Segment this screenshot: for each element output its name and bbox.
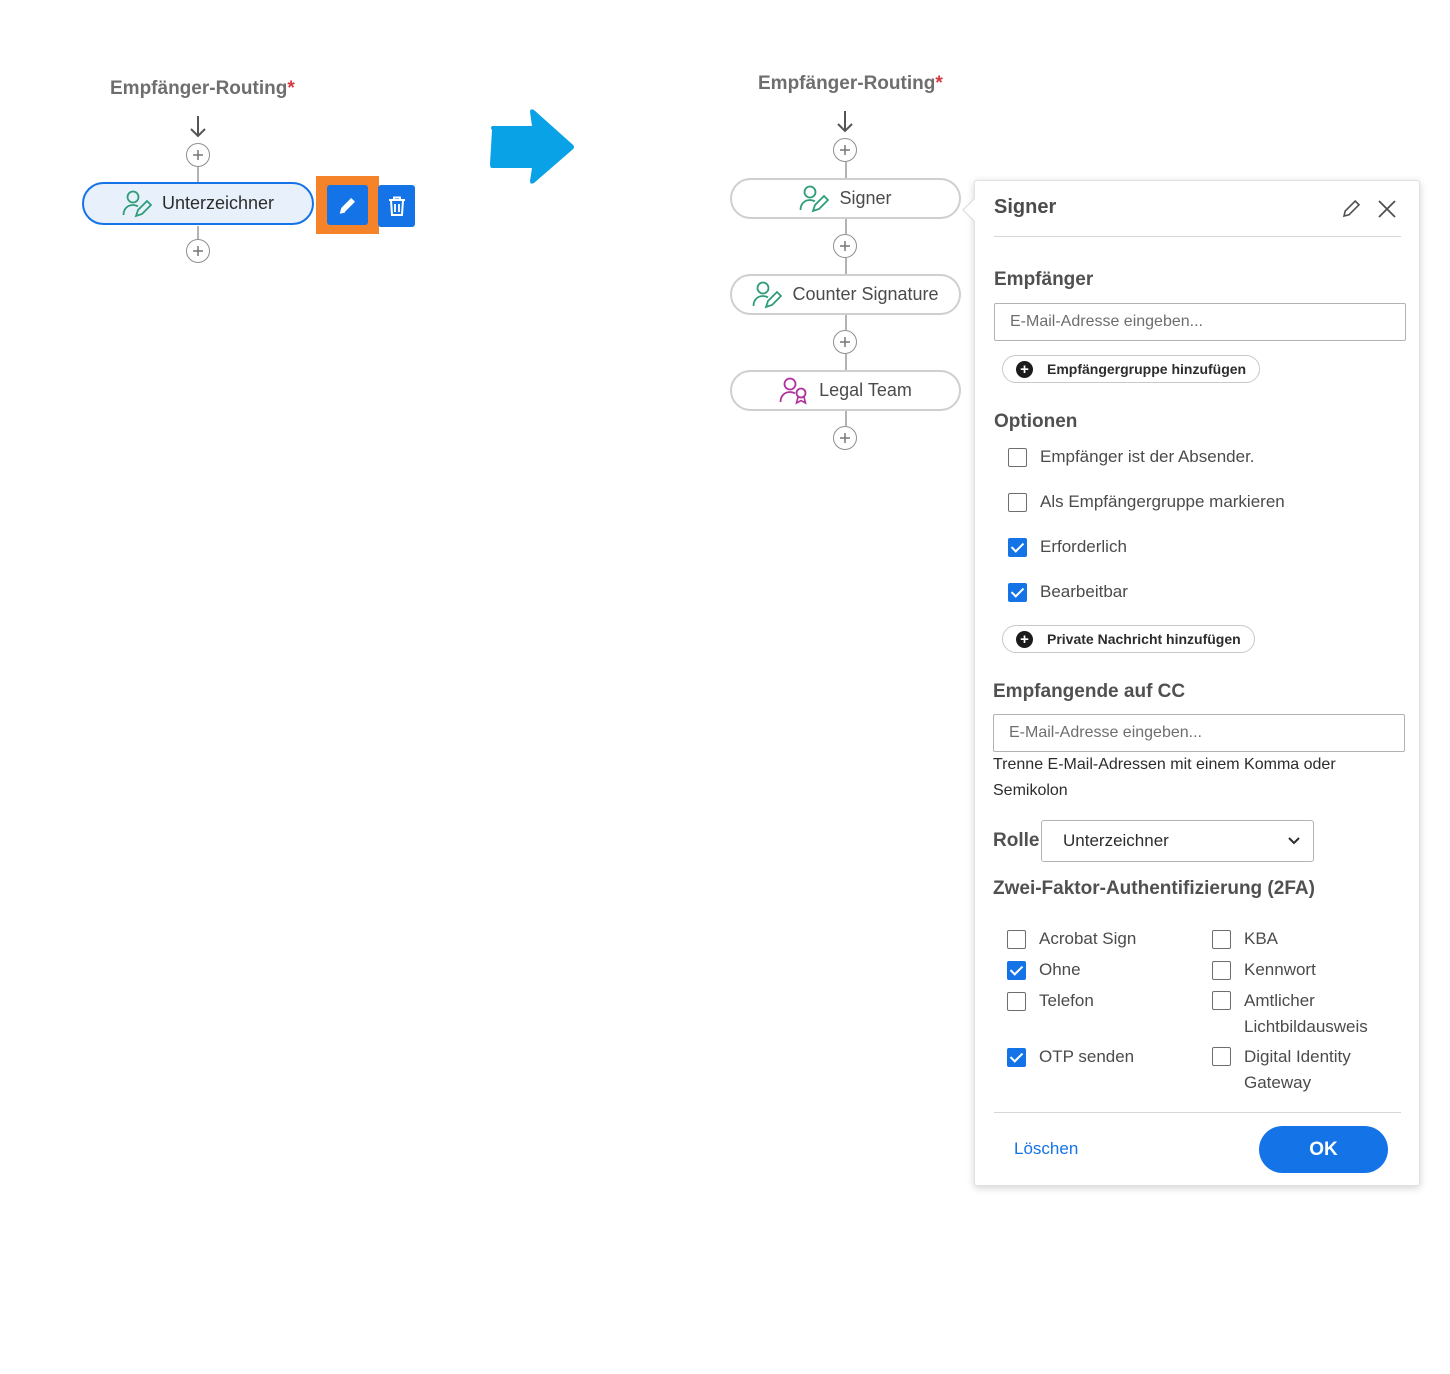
option-editable[interactable]: Bearbeitbar <box>1008 582 1128 602</box>
checkbox[interactable] <box>1212 991 1231 1010</box>
edit-button[interactable] <box>327 185 368 225</box>
routing-title-right: Empfänger-Routing* <box>758 73 943 94</box>
cc-section-title: Empfangende auf CC <box>993 681 1186 702</box>
panel-header-divider <box>994 236 1401 237</box>
add-step-button[interactable] <box>186 143 210 167</box>
arrow-down-icon <box>837 111 853 133</box>
plus-circle-icon: + <box>1016 360 1033 378</box>
add-private-message-button[interactable]: + Private Nachricht hinzufügen <box>1002 625 1255 653</box>
connector-line <box>197 226 199 240</box>
checkbox[interactable] <box>1212 960 1231 980</box>
add-recipient-group-button[interactable]: + Empfängergruppe hinzufügen <box>1002 355 1261 383</box>
signer-icon <box>753 281 783 308</box>
twofa-acrobat-sign[interactable]: Acrobat Sign <box>1007 926 1136 952</box>
recipient-section-title: Empfänger <box>994 269 1094 290</box>
transition-arrow-icon <box>490 109 574 184</box>
twofa-section-title: Zwei-Faktor-Authentifizierung (2FA) <box>993 878 1315 899</box>
ok-button[interactable]: OK <box>1259 1126 1388 1173</box>
cc-hint: Trenne E-Mail-Adressen mit einem Komma o… <box>993 756 1336 799</box>
approver-icon <box>779 377 807 405</box>
panel-title: Signer <box>994 196 1057 218</box>
pencil-icon[interactable] <box>1341 197 1363 219</box>
checkbox[interactable] <box>1008 447 1027 467</box>
plus-icon <box>840 145 850 155</box>
twofa-none[interactable]: Ohne <box>1007 957 1081 983</box>
option-mark-as-group[interactable]: Als Empfängergruppe markieren <box>1008 492 1285 512</box>
twofa-kba[interactable]: KBA <box>1212 926 1278 952</box>
checkbox[interactable] <box>1212 929 1231 949</box>
connector-line <box>845 162 847 178</box>
twofa-phone[interactable]: Telefon <box>1007 988 1094 1014</box>
routing-title-left: Empfänger-Routing* <box>110 78 295 99</box>
close-icon[interactable] <box>1376 198 1398 220</box>
role-label: Rolle <box>993 830 1040 851</box>
checkbox[interactable] <box>1212 1047 1231 1066</box>
option-sender-is-recipient[interactable]: Empfänger ist der Absender. <box>1008 447 1255 467</box>
plus-icon <box>840 337 850 347</box>
trash-icon <box>388 196 405 216</box>
plus-icon <box>193 246 203 256</box>
role-select[interactable]: Unterzeichner <box>1041 820 1314 862</box>
connector-line <box>845 354 847 370</box>
checkbox[interactable] <box>1007 991 1026 1011</box>
add-step-button[interactable] <box>833 330 857 354</box>
connector-line <box>845 315 847 330</box>
twofa-government-id[interactable]: Amtlicher Lichtbildausweis <box>1212 988 1384 1040</box>
checkbox[interactable] <box>1008 492 1027 512</box>
plus-icon <box>840 433 850 443</box>
connector-line <box>197 167 199 182</box>
add-step-button[interactable] <box>833 138 857 162</box>
recipient-legal-team[interactable]: Legal Team <box>730 370 961 411</box>
pencil-icon <box>339 198 355 214</box>
connector-line <box>845 219 847 234</box>
add-step-button[interactable] <box>833 426 857 450</box>
delete-button[interactable] <box>378 185 415 227</box>
twofa-send-otp[interactable]: OTP senden <box>1007 1044 1134 1070</box>
checkbox-checked[interactable] <box>1008 582 1027 602</box>
twofa-password[interactable]: Kennwort <box>1212 957 1316 983</box>
arrow-down-icon <box>190 116 206 138</box>
checkbox-checked[interactable] <box>1007 1047 1026 1067</box>
twofa-digital-identity[interactable]: Digital Identity Gateway <box>1212 1044 1374 1096</box>
signer-icon <box>800 185 830 212</box>
panel-caret-inner <box>964 199 975 221</box>
checkbox[interactable] <box>1007 929 1026 949</box>
connector-line <box>845 411 847 426</box>
cc-email-input[interactable]: E-Mail-Adresse eingeben... <box>993 714 1405 752</box>
recipient-email-input[interactable]: E-Mail-Adresse eingeben... <box>994 303 1406 341</box>
recipient-unterzeichner[interactable]: Unterzeichner <box>82 182 314 225</box>
delete-link[interactable]: Löschen <box>1014 1139 1078 1159</box>
plus-circle-icon: + <box>1016 630 1033 648</box>
add-step-button[interactable] <box>833 234 857 258</box>
options-section-title: Optionen <box>994 411 1078 432</box>
plus-icon <box>840 241 850 251</box>
signer-icon <box>122 190 152 217</box>
connector-line <box>845 258 847 274</box>
add-step-button[interactable] <box>186 239 210 263</box>
panel-footer-divider <box>994 1112 1401 1113</box>
recipient-counter-signature[interactable]: Counter Signature <box>730 274 961 315</box>
checkbox-checked[interactable] <box>1007 960 1026 980</box>
option-required[interactable]: Erforderlich <box>1008 537 1127 557</box>
checkbox-checked[interactable] <box>1008 537 1027 557</box>
plus-icon <box>193 150 203 160</box>
recipient-signer[interactable]: Signer <box>730 178 961 219</box>
chevron-down-icon <box>1288 837 1300 845</box>
